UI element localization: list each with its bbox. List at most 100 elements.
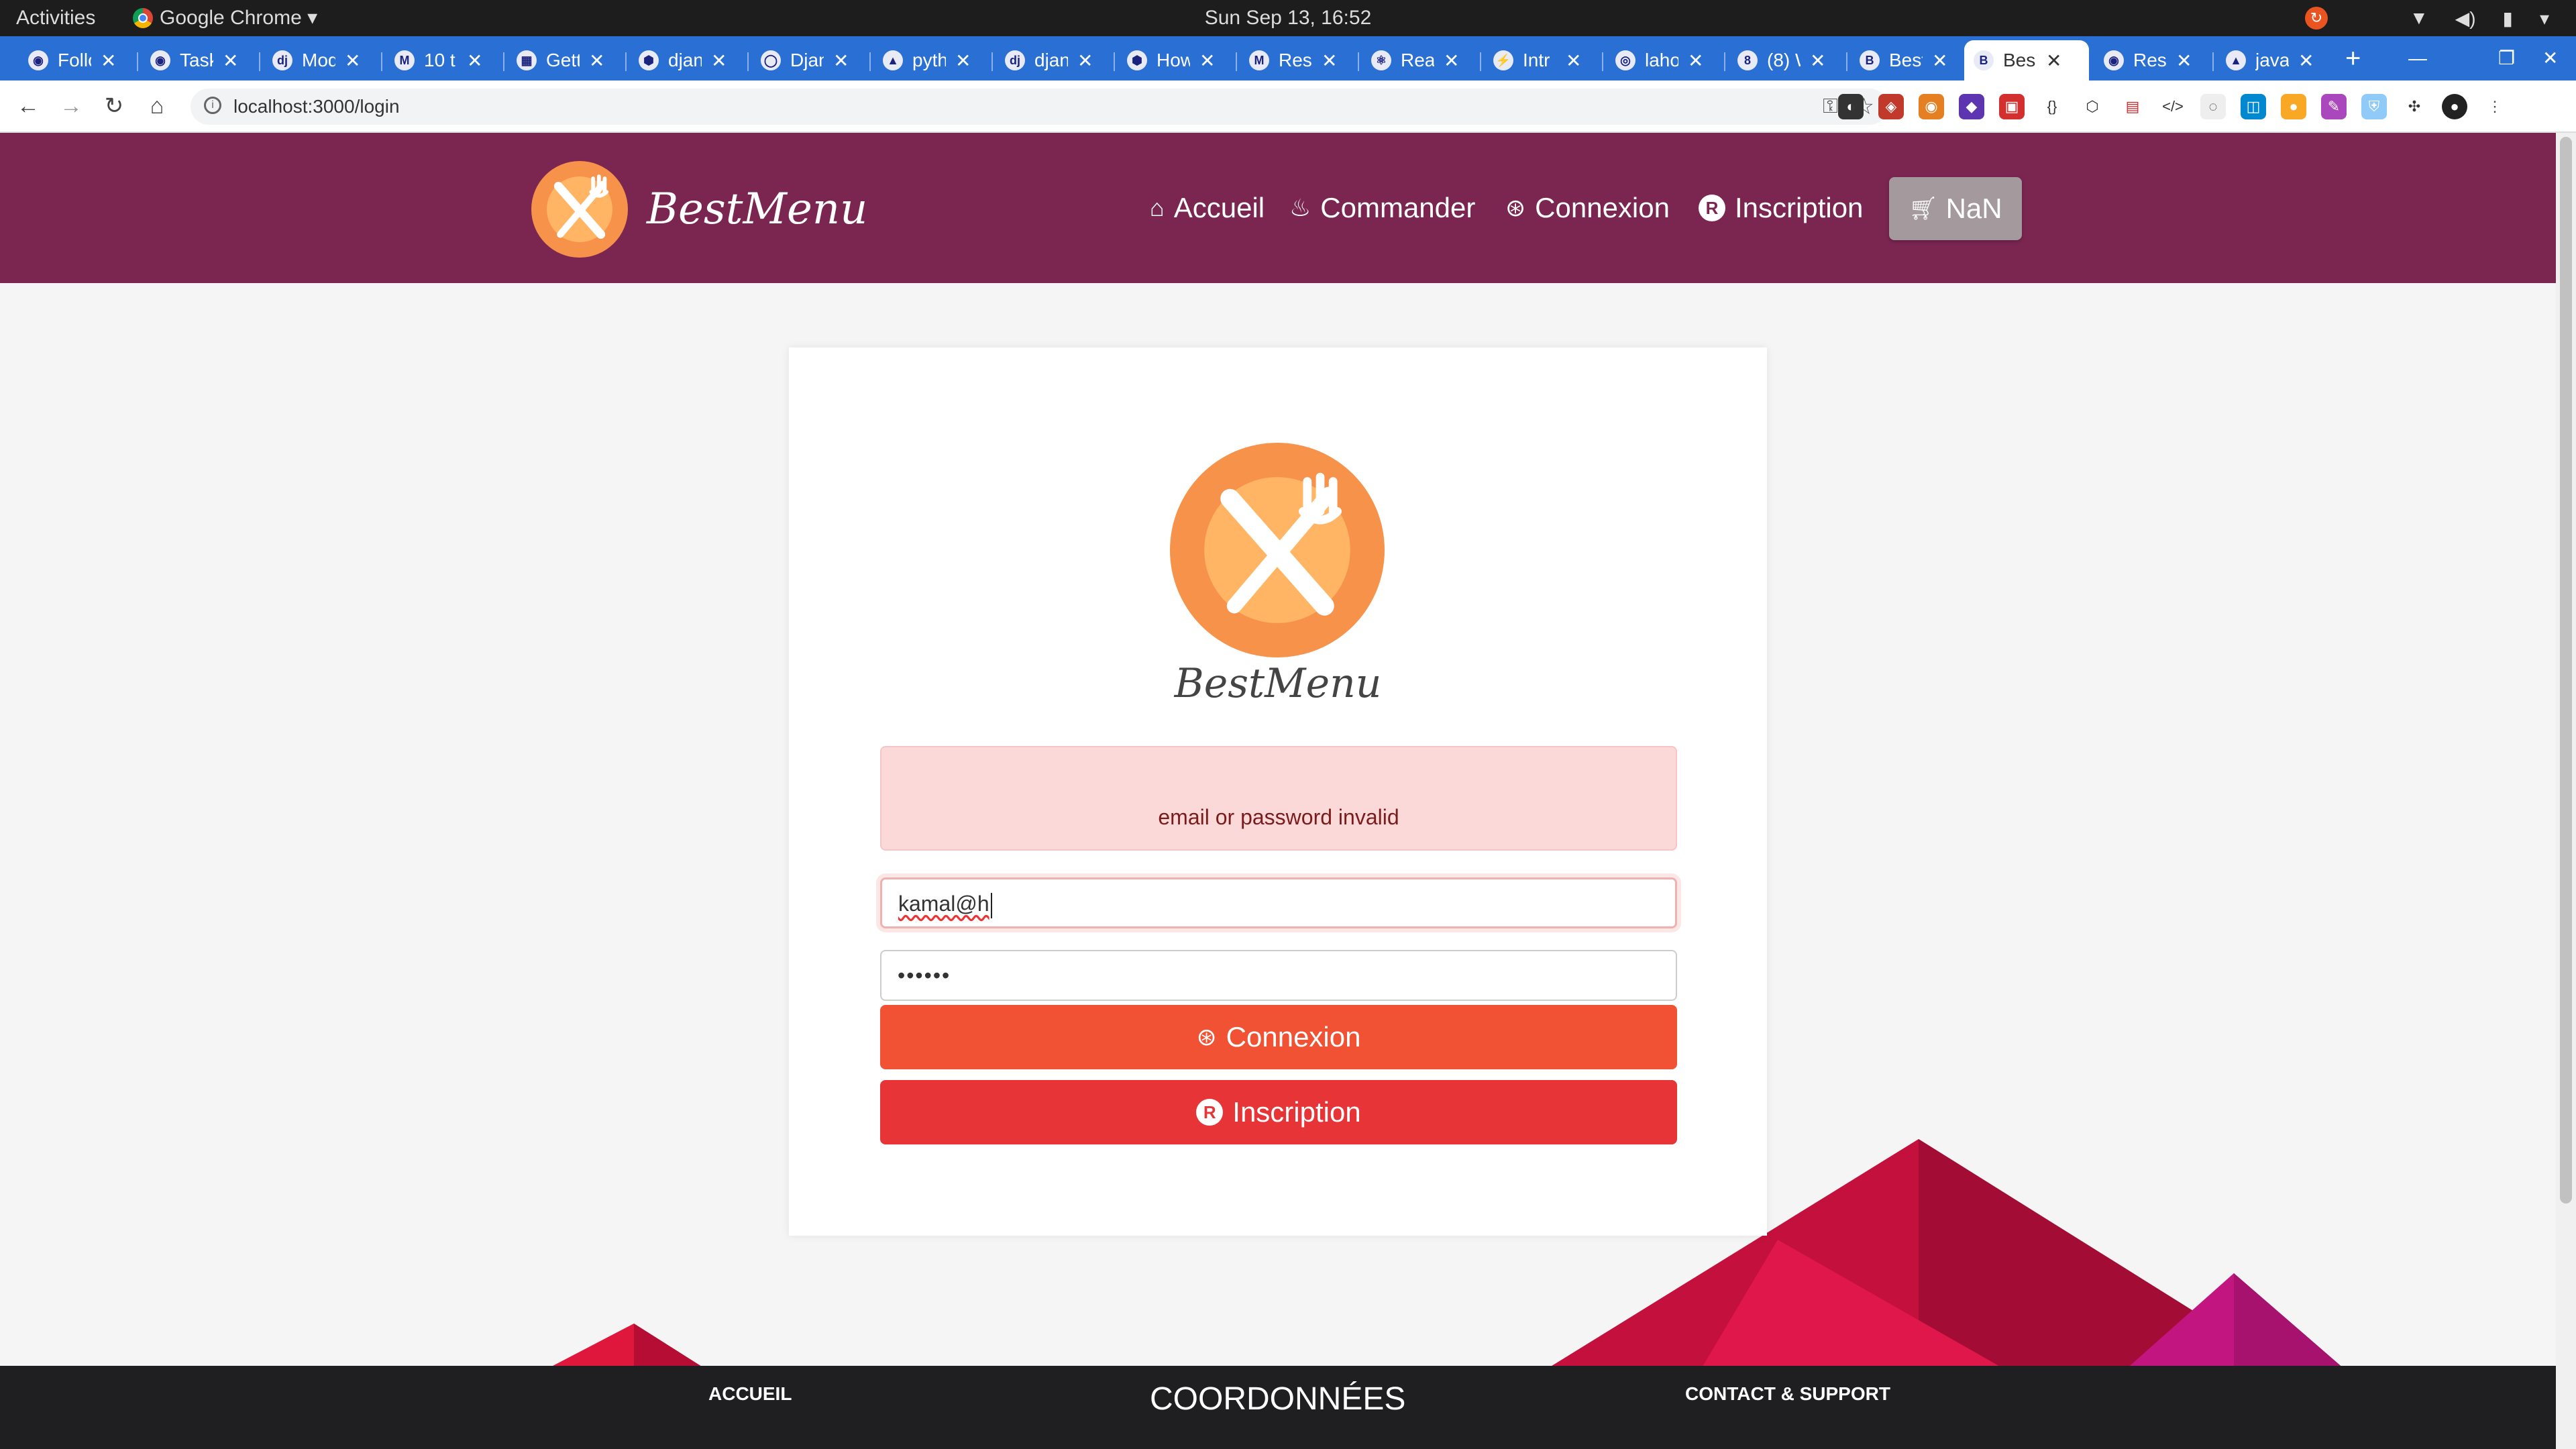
close-tab-icon[interactable]: ✕ xyxy=(711,50,727,72)
email-field[interactable]: kamal@h xyxy=(880,877,1677,928)
browser-tab[interactable]: ◉ Task ✕ xyxy=(141,40,255,80)
close-tab-icon[interactable]: ✕ xyxy=(1077,50,1093,72)
extension-icon[interactable]: ▤ xyxy=(2120,94,2145,119)
close-tab-icon[interactable]: ✕ xyxy=(2176,50,2192,72)
cart-button[interactable]: 🛒︎ NaN xyxy=(1889,177,2022,240)
extension-icon[interactable]: ⬡ xyxy=(2080,94,2105,119)
browser-tab[interactable]: B Best ✕ xyxy=(1850,40,1964,80)
browser-toolbar: ← → ↻ ⌂ i localhost:3000/login ⚿ ☆ ◐ ◈ ◉… xyxy=(0,80,2576,133)
close-tab-icon[interactable]: ✕ xyxy=(833,50,849,72)
extension-icon[interactable]: ▣ xyxy=(1999,94,2025,119)
extension-icon[interactable]: ⛨ xyxy=(2361,94,2387,119)
browser-tab[interactable]: ⬢ djan ✕ xyxy=(629,40,743,80)
extension-icon[interactable]: ◉ xyxy=(1919,94,1944,119)
close-tab-icon[interactable]: ✕ xyxy=(589,50,604,72)
nav-accueil[interactable]: ⌂ Accueil xyxy=(1150,133,1265,283)
extension-icon[interactable]: ◌ xyxy=(2200,94,2226,119)
maximize-icon[interactable]: ❐ xyxy=(2498,36,2515,80)
kebab-menu-icon[interactable]: ⋮ xyxy=(2482,94,2508,119)
close-tab-icon[interactable]: ✕ xyxy=(467,50,482,72)
brand-link[interactable]: BestMenu xyxy=(531,161,867,258)
nav-connexion[interactable]: ⊛ Connexion xyxy=(1505,133,1670,283)
scrollbar-thumb[interactable] xyxy=(2560,137,2572,1203)
browser-tab[interactable]: ◉ Follo ✕ xyxy=(19,40,133,80)
activities-button[interactable]: Activities xyxy=(16,0,95,36)
card-logo xyxy=(1170,443,1385,657)
extension-icon[interactable]: ◐ xyxy=(1838,94,1864,119)
close-tab-icon[interactable]: ✕ xyxy=(1688,50,1703,72)
key-icon[interactable]: ⚿ xyxy=(1823,89,1838,125)
close-tab-icon[interactable]: ✕ xyxy=(1322,50,1337,72)
browser-tab[interactable]: ⚛ Rea ✕ xyxy=(1362,40,1476,80)
close-tab-icon[interactable]: ✕ xyxy=(345,50,360,72)
browser-tab[interactable]: ⬢ How ✕ xyxy=(1118,40,1232,80)
chrome-icon xyxy=(133,8,153,28)
browser-tab[interactable]: ▦ Gett ✕ xyxy=(507,40,621,80)
browser-tab[interactable]: dj Mod ✕ xyxy=(263,40,377,80)
volume-icon: ◀) xyxy=(2455,7,2476,29)
browser-tab[interactable]: ◉ Res ✕ xyxy=(2094,40,2208,80)
browser-tab[interactable]: ◯ Djan ✕ xyxy=(751,40,865,80)
extension-icon[interactable]: ◫ xyxy=(2241,94,2266,119)
update-icon[interactable]: ↻ xyxy=(2305,7,2328,30)
puzzle-icon[interactable]: ✣ xyxy=(2402,94,2427,119)
new-tab-button[interactable]: + xyxy=(2345,36,2361,80)
browser-tab[interactable]: ◎ laho ✕ xyxy=(1606,40,1720,80)
browser-tab[interactable]: dj djan ✕ xyxy=(996,40,1110,80)
extension-icon[interactable]: {} xyxy=(2039,94,2065,119)
extension-icon[interactable]: ◈ xyxy=(1878,94,1904,119)
close-tab-icon[interactable]: ✕ xyxy=(2298,50,2314,72)
tab-title: djan xyxy=(668,50,702,70)
close-tab-icon[interactable]: ✕ xyxy=(1932,50,1947,72)
browser-tab[interactable]: ⚡ Intr ✕ xyxy=(1484,40,1598,80)
extension-icon[interactable]: ● xyxy=(2281,94,2306,119)
close-tab-icon[interactable]: ✕ xyxy=(2046,50,2061,72)
tab-title: Follo xyxy=(58,50,91,70)
browser-tab[interactable]: ▲ java ✕ xyxy=(2216,40,2330,80)
register-button[interactable]: R Inscription xyxy=(880,1080,1677,1144)
extension-icon[interactable]: ◆ xyxy=(1959,94,1984,119)
nav-inscription[interactable]: R Inscription xyxy=(1699,133,1863,283)
tab-title: Djan xyxy=(790,50,824,70)
browser-tab[interactable]: ▲ pyth ✕ xyxy=(873,40,987,80)
login-button[interactable]: ⊛ Connexion xyxy=(880,1005,1677,1069)
tab-separator xyxy=(1480,52,1481,71)
site-info-icon[interactable]: i xyxy=(204,97,221,114)
password-field[interactable]: •••••• xyxy=(880,950,1677,1001)
nav-commander[interactable]: ♨ Commander xyxy=(1289,133,1475,283)
address-bar[interactable]: i localhost:3000/login ⚿ ☆ xyxy=(191,89,1888,125)
browser-tab[interactable]: M Res ✕ xyxy=(1240,40,1354,80)
bootstrap-icon: B xyxy=(1974,50,1994,70)
app-menu[interactable]: Google Chrome ▾ xyxy=(133,0,317,36)
avatar[interactable]: ● xyxy=(2442,94,2467,119)
back-icon[interactable]: ← xyxy=(12,90,44,122)
close-tab-icon[interactable]: ✕ xyxy=(223,50,238,72)
app-menu-label: Google Chrome ▾ xyxy=(160,7,318,29)
browser-tab[interactable]: B Bes ✕ xyxy=(1964,40,2089,80)
password-value: •••••• xyxy=(898,963,951,987)
home-icon[interactable]: ⌂ xyxy=(141,90,173,122)
extension-icon[interactable]: </> xyxy=(2160,94,2186,119)
browser-tab[interactable]: M 10 t ✕ xyxy=(385,40,499,80)
django-icon: dj xyxy=(272,50,292,70)
close-tab-icon[interactable]: ✕ xyxy=(1566,50,1581,72)
close-tab-icon[interactable]: ✕ xyxy=(101,50,116,72)
register-button-label: Inscription xyxy=(1232,1096,1361,1128)
browser-tab[interactable]: 8 (8) W ✕ xyxy=(1728,40,1842,80)
close-tab-icon[interactable]: ✕ xyxy=(1199,50,1215,72)
extension-icon[interactable]: ✎ xyxy=(2321,94,2347,119)
tab-title: 10 t xyxy=(424,50,455,70)
close-tab-icon[interactable]: ✕ xyxy=(1810,50,1825,72)
tab-title: Res xyxy=(1279,50,1312,70)
close-window-icon[interactable]: ✕ xyxy=(2542,36,2558,80)
tab-title: laho xyxy=(1645,50,1678,70)
close-tab-icon[interactable]: ✕ xyxy=(955,50,971,72)
page-scrollbar[interactable] xyxy=(2556,133,2576,1449)
tab-separator xyxy=(625,52,627,71)
system-tray[interactable]: ▼ ◀) ▮ ▾ xyxy=(2410,0,2549,36)
reload-icon[interactable]: ↻ xyxy=(98,90,130,122)
whatsapp-icon: 8 xyxy=(1737,50,1758,70)
forward-icon[interactable]: → xyxy=(55,90,87,122)
close-tab-icon[interactable]: ✕ xyxy=(1444,50,1459,72)
minimize-icon[interactable]: — xyxy=(2408,36,2427,80)
